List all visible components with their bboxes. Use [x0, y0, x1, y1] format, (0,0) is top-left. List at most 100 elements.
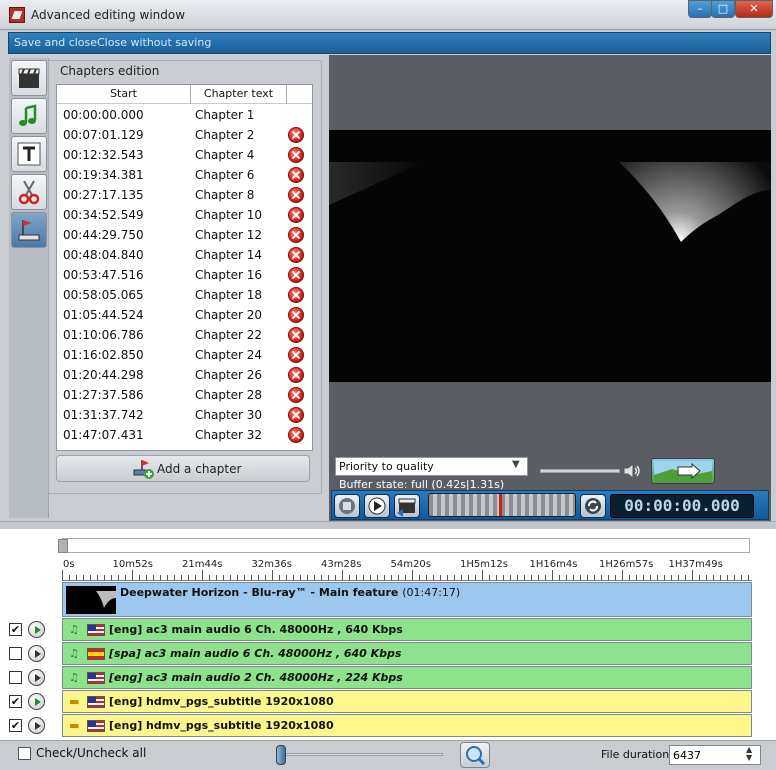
chapter-text[interactable]: Chapter 22	[195, 328, 262, 342]
chapter-text[interactable]: Chapter 24	[195, 348, 262, 362]
chapter-text[interactable]: Chapter 16	[195, 268, 262, 282]
delete-chapter-icon[interactable]	[288, 367, 304, 383]
chapter-text[interactable]: Chapter 10	[195, 208, 262, 222]
chapter-text[interactable]: Chapter 12	[195, 228, 262, 242]
close-button[interactable]: ✕	[735, 0, 773, 18]
chapter-start-time[interactable]: 00:44:29.750	[63, 228, 144, 242]
chapter-row[interactable]: 00:19:34.381 Chapter 6	[57, 165, 312, 185]
chapter-start-time[interactable]: 01:16:02.850	[63, 348, 144, 362]
add-chapter-button[interactable]: Add a chapter	[56, 455, 310, 482]
chapter-row[interactable]: 01:31:37.742 Chapter 30	[57, 405, 312, 425]
track-play-toggle[interactable]	[28, 693, 45, 710]
delete-chapter-icon[interactable]	[288, 147, 304, 163]
maximize-button[interactable]: □	[711, 0, 735, 18]
timeline-ruler[interactable]: 0s 10m52s 21m44s 32m36s 43m28s 54m20s 1H5m12s 1…	[62, 555, 752, 581]
text-tool-button[interactable]	[11, 136, 47, 172]
chapter-row[interactable]: 01:20:44.298 Chapter 26	[57, 365, 312, 385]
zoom-button[interactable]	[460, 742, 490, 768]
track-play-toggle[interactable]	[28, 645, 45, 662]
loop-button[interactable]	[580, 494, 606, 518]
chapter-row[interactable]: 00:58:05.065 Chapter 18	[57, 285, 312, 305]
track-play-toggle[interactable]	[28, 717, 45, 734]
stop-button[interactable]	[334, 494, 360, 518]
chapter-text[interactable]: Chapter 2	[195, 128, 254, 142]
delete-chapter-icon[interactable]	[288, 227, 304, 243]
track-checkbox[interactable]: ✔	[9, 695, 22, 708]
delete-chapter-icon[interactable]	[288, 307, 304, 323]
minimize-button[interactable]: –	[688, 0, 712, 18]
panel-splitter[interactable]	[0, 521, 776, 529]
volume-slider[interactable]	[540, 469, 620, 473]
chapter-text[interactable]: Chapter 8	[195, 188, 254, 202]
chapter-text[interactable]: Chapter 1	[195, 108, 254, 122]
subtitle-track[interactable]: ▬ [eng] hdmv_pgs_subtitle 1920x1080	[62, 714, 752, 737]
chapter-row[interactable]: 00:00:00.000 Chapter 1	[57, 105, 312, 125]
audio-track[interactable]: ♫ [eng] ac3 main audio 6 Ch. 48000Hz , 64…	[62, 618, 752, 641]
chapter-text[interactable]: Chapter 26	[195, 368, 262, 382]
track-checkbox[interactable]: ✔	[9, 719, 22, 732]
chapter-row[interactable]: 00:34:52.549 Chapter 10	[57, 205, 312, 225]
chapter-start-time[interactable]: 01:47:07.431	[63, 428, 144, 442]
delete-chapter-icon[interactable]	[288, 427, 304, 443]
delete-chapter-icon[interactable]	[288, 287, 304, 303]
delete-chapter-icon[interactable]	[288, 207, 304, 223]
track-checkbox[interactable]	[9, 671, 22, 684]
chapter-text[interactable]: Chapter 20	[195, 308, 262, 322]
chapter-row[interactable]: 01:16:02.850 Chapter 24	[57, 345, 312, 365]
chapter-start-time[interactable]: 01:05:44.524	[63, 308, 144, 322]
chapter-start-time[interactable]: 00:34:52.549	[63, 208, 144, 222]
audio-tool-button[interactable]	[11, 98, 47, 134]
chapter-start-time[interactable]: 00:53:47.516	[63, 268, 144, 282]
chapters-tool-button[interactable]	[11, 212, 47, 248]
chapter-row[interactable]: 00:12:32.543 Chapter 4	[57, 145, 312, 165]
chapter-start-time[interactable]: 01:31:37.742	[63, 408, 144, 422]
track-play-toggle[interactable]	[28, 669, 45, 686]
audio-track[interactable]: ♫ [spa] ac3 main audio 6 Ch. 48000Hz , 64…	[62, 642, 752, 665]
chapter-text[interactable]: Chapter 18	[195, 288, 262, 302]
close-without-saving-link[interactable]: Close without saving	[97, 36, 211, 49]
chapter-start-time[interactable]: 01:27:37.586	[63, 388, 144, 402]
chapter-start-time[interactable]: 00:27:17.135	[63, 188, 144, 202]
audio-track[interactable]: ♫ [eng] ac3 main audio 2 Ch. 48000Hz , 22…	[62, 666, 752, 689]
track-checkbox[interactable]: ✔	[9, 623, 22, 636]
timeline-scroll-thumb[interactable]	[58, 539, 68, 553]
save-and-close-link[interactable]: Save and close	[14, 36, 97, 49]
chapter-text[interactable]: Chapter 4	[195, 148, 254, 162]
chapter-start-time[interactable]: 00:48:04.840	[63, 248, 144, 262]
column-header-start[interactable]: Start	[57, 85, 191, 104]
chapter-row[interactable]: 01:47:07.431 Chapter 32	[57, 425, 312, 445]
delete-chapter-icon[interactable]	[288, 167, 304, 183]
chapter-row[interactable]: 01:10:06.786 Chapter 22	[57, 325, 312, 345]
track-checkbox[interactable]	[9, 647, 22, 660]
frame-step-button[interactable]	[394, 494, 420, 518]
chapter-start-time[interactable]: 01:20:44.298	[63, 368, 144, 382]
chapter-text[interactable]: Chapter 14	[195, 248, 262, 262]
chapter-start-time[interactable]: 00:58:05.065	[63, 288, 144, 302]
chapter-text[interactable]: Chapter 32	[195, 428, 262, 442]
chapter-row[interactable]: 01:05:44.524 Chapter 20	[57, 305, 312, 325]
chapter-row[interactable]: 00:07:01.129 Chapter 2	[57, 125, 312, 145]
delete-chapter-icon[interactable]	[288, 267, 304, 283]
chapter-row[interactable]: 01:27:37.586 Chapter 28	[57, 385, 312, 405]
video-tool-button[interactable]	[11, 60, 47, 96]
delete-chapter-icon[interactable]	[288, 327, 304, 343]
chapter-text[interactable]: Chapter 6	[195, 168, 254, 182]
chapter-row[interactable]: 00:44:29.750 Chapter 12	[57, 225, 312, 245]
delete-chapter-icon[interactable]	[288, 347, 304, 363]
chapter-start-time[interactable]: 00:00:00.000	[63, 108, 144, 122]
zoom-slider-thumb[interactable]	[276, 745, 286, 765]
chapter-row[interactable]: 00:48:04.840 Chapter 14	[57, 245, 312, 265]
video-track[interactable]: Deepwater Horizon - Blu-ray™ - Main feat…	[62, 582, 752, 617]
chapter-start-time[interactable]: 00:19:34.381	[63, 168, 144, 182]
chapter-text[interactable]: Chapter 28	[195, 388, 262, 402]
spin-arrows-icon[interactable]: ▲ ▼	[746, 746, 752, 762]
timeline-scrollbar[interactable]	[62, 538, 750, 553]
column-header-chapter-text[interactable]: Chapter text	[191, 85, 287, 104]
priority-select[interactable]: Priority to quality ▼	[335, 457, 528, 476]
subtitle-track[interactable]: ▬ [eng] hdmv_pgs_subtitle 1920x1080	[62, 690, 752, 713]
chapter-row[interactable]: 00:27:17.135 Chapter 8	[57, 185, 312, 205]
jog-shuttle[interactable]	[428, 493, 576, 517]
check-all-checkbox[interactable]	[18, 747, 31, 760]
chapter-row[interactable]: 00:53:47.516 Chapter 16	[57, 265, 312, 285]
delete-chapter-icon[interactable]	[288, 387, 304, 403]
